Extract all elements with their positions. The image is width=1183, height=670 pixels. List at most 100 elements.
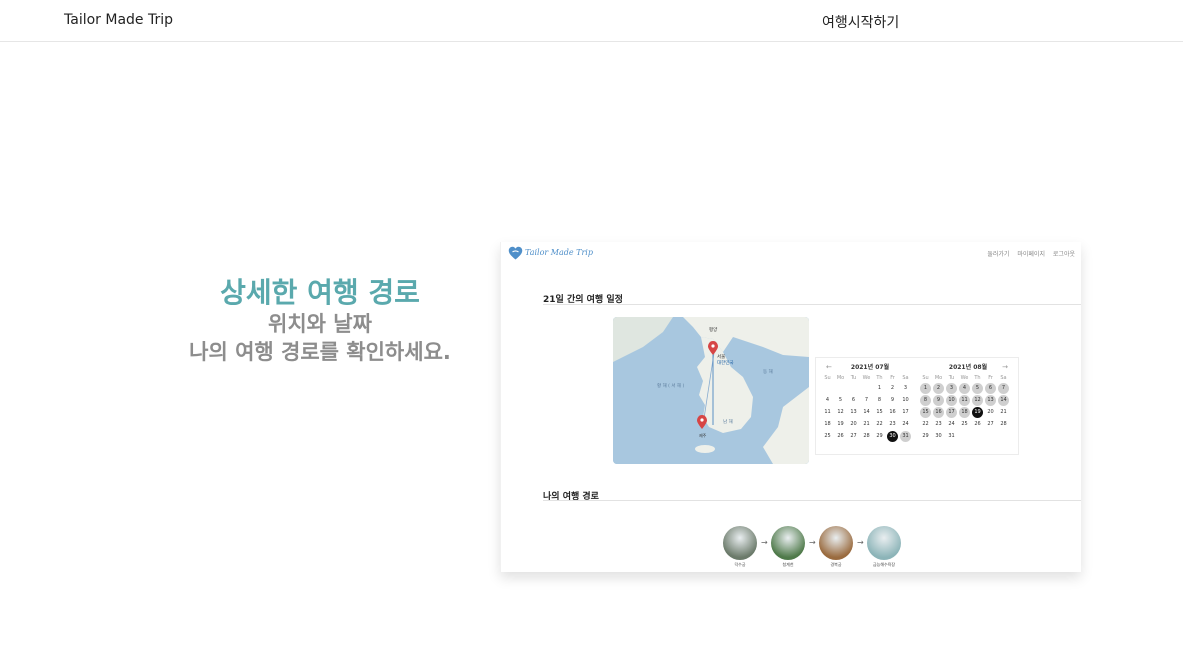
- route-stop-2[interactable]: 청계천: [771, 526, 805, 568]
- feature-subline-1: 위치와 날짜: [268, 312, 372, 336]
- date-range-calendar[interactable]: ← → 2021년 07월 Su Mo Tu We Th Fr Sa 1 2 3 4 5 6 7 8 9 10 1…: [815, 357, 1019, 455]
- calendar-day[interactable]: 3: [900, 383, 911, 394]
- preview-nav: 둘러가기 마이페이지 로그아웃: [981, 249, 1075, 258]
- map-label-korea: 대한민국: [717, 359, 734, 366]
- calendar-day[interactable]: 18: [822, 419, 833, 430]
- stop-label: 금능해수욕장: [872, 562, 896, 567]
- calendar-day[interactable]: 18: [959, 407, 970, 418]
- calendar-day[interactable]: 8: [920, 395, 931, 406]
- map-label-south-sea: 남 해: [723, 418, 733, 425]
- calendar-day[interactable]: 23: [887, 419, 898, 430]
- calendar-day[interactable]: 31: [946, 431, 957, 442]
- feature-subline-2: 나의 여행 경로를 확인하세요.: [189, 340, 451, 364]
- calendar-day[interactable]: 1: [874, 383, 885, 394]
- start-trip-link[interactable]: 여행시작하기: [822, 12, 899, 32]
- calendar-day[interactable]: 16: [933, 407, 944, 418]
- calendar-day[interactable]: 5: [972, 383, 983, 394]
- calendar-month-title: 2021년 07월: [850, 364, 890, 371]
- calendar-day[interactable]: 31: [900, 431, 911, 442]
- calendar-day[interactable]: 4: [822, 395, 833, 406]
- route-arrow-icon: →: [857, 538, 864, 547]
- stop-photo: [867, 526, 901, 560]
- korea-map: 평양 서울 대한민국 황 해 ( 서 해 ) 동 해 남 해 제주: [613, 317, 809, 464]
- weekday-label: Tu: [948, 375, 955, 381]
- calendar-day[interactable]: 14: [998, 395, 1009, 406]
- calendar-day[interactable]: 2: [887, 383, 898, 394]
- calendar-grid: Su Mo Tu We Th Fr Sa 1 2 3 4 5 6 7 8 9 10 11 12 13 14 15 16 17 1…: [920, 374, 1016, 442]
- calendar-day[interactable]: 13: [848, 407, 859, 418]
- calendar-day[interactable]: 7: [861, 395, 872, 406]
- calendar-day[interactable]: 14: [861, 407, 872, 418]
- calendar-day[interactable]: 26: [972, 419, 983, 430]
- calendar-day[interactable]: 9: [887, 395, 898, 406]
- calendar-day[interactable]: 20: [985, 407, 996, 418]
- preview-nav-mypage[interactable]: 마이페이지: [1017, 251, 1045, 258]
- calendar-day[interactable]: 6: [848, 395, 859, 406]
- calendar-day[interactable]: 22: [920, 419, 931, 430]
- calendar-day[interactable]: 13: [985, 395, 996, 406]
- preview-logo-text: Tailor Made Trip: [525, 248, 593, 257]
- calendar-day[interactable]: 15: [874, 407, 885, 418]
- calendar-day[interactable]: 21: [998, 407, 1009, 418]
- calendar-day[interactable]: 17: [946, 407, 957, 418]
- calendar-month-august: 2021년 08월 Su Mo Tu We Th Fr Sa 1 2 3 4 5 6 7 8 9 10 11 12 1…: [920, 362, 1016, 442]
- weekday-label: Mo: [934, 375, 943, 381]
- calendar-day[interactable]: 3: [946, 383, 957, 394]
- calendar-month-july: 2021년 07월 Su Mo Tu We Th Fr Sa 1 2 3 4 5 6 7 8 9 10 11 12 1…: [822, 362, 918, 442]
- calendar-day[interactable]: 7: [998, 383, 1009, 394]
- calendar-day[interactable]: 22: [874, 419, 885, 430]
- route-stop-1[interactable]: 덕수궁: [723, 526, 757, 568]
- stop-label: 청계천: [782, 562, 794, 567]
- calendar-day[interactable]: 1: [920, 383, 931, 394]
- route-divider: [543, 500, 1081, 501]
- calendar-day[interactable]: 23: [933, 419, 944, 430]
- calendar-day[interactable]: 16: [887, 407, 898, 418]
- route-stop-3[interactable]: 경복궁: [819, 526, 853, 568]
- calendar-day[interactable]: 17: [900, 407, 911, 418]
- route-arrow-icon: →: [761, 538, 768, 547]
- calendar-day[interactable]: 11: [822, 407, 833, 418]
- weekday-label: Mo: [836, 375, 845, 381]
- calendar-day[interactable]: 29: [920, 431, 931, 442]
- route-stops: 덕수궁 → 청계천 → 경복궁 → 금능해수욕장: [723, 526, 923, 568]
- calendar-blank: [861, 383, 872, 394]
- preview-nav-browse[interactable]: 둘러가기: [987, 251, 1009, 258]
- calendar-day[interactable]: 25: [822, 431, 833, 442]
- calendar-day[interactable]: 24: [900, 419, 911, 430]
- weekday-label: Fr: [890, 375, 895, 381]
- calendar-day[interactable]: 8: [874, 395, 885, 406]
- stop-label: 덕수궁: [734, 562, 746, 567]
- map-label-yellow-sea: 황 해 ( 서 해 ): [657, 382, 684, 389]
- calendar-day[interactable]: 30: [887, 431, 898, 442]
- calendar-day[interactable]: 21: [861, 419, 872, 430]
- calendar-day[interactable]: 29: [874, 431, 885, 442]
- calendar-day[interactable]: 11: [959, 395, 970, 406]
- calendar-day[interactable]: 12: [972, 395, 983, 406]
- calendar-day[interactable]: 2: [933, 383, 944, 394]
- calendar-day[interactable]: 10: [900, 395, 911, 406]
- calendar-day[interactable]: 5: [835, 395, 846, 406]
- calendar-day[interactable]: 28: [861, 431, 872, 442]
- route-stop-4[interactable]: 금능해수욕장: [867, 526, 901, 568]
- calendar-day[interactable]: 20: [848, 419, 859, 430]
- calendar-day[interactable]: 27: [985, 419, 996, 430]
- calendar-day[interactable]: 24: [946, 419, 957, 430]
- calendar-day[interactable]: 27: [848, 431, 859, 442]
- weekday-label: Fr: [988, 375, 993, 381]
- calendar-day[interactable]: 10: [946, 395, 957, 406]
- preview-nav-logout[interactable]: 로그아웃: [1053, 251, 1075, 258]
- calendar-day[interactable]: 26: [835, 431, 846, 442]
- brand-link[interactable]: Tailor Made Trip: [64, 12, 173, 28]
- calendar-day[interactable]: 9: [933, 395, 944, 406]
- calendar-day[interactable]: 12: [835, 407, 846, 418]
- stop-photo: [723, 526, 757, 560]
- calendar-day[interactable]: 19: [835, 419, 846, 430]
- route-map[interactable]: 평양 서울 대한민국 황 해 ( 서 해 ) 동 해 남 해 제주: [613, 317, 809, 464]
- calendar-day[interactable]: 25: [959, 419, 970, 430]
- calendar-day[interactable]: 6: [985, 383, 996, 394]
- calendar-day[interactable]: 15: [920, 407, 931, 418]
- calendar-day[interactable]: 19: [972, 407, 983, 418]
- calendar-day[interactable]: 30: [933, 431, 944, 442]
- calendar-day[interactable]: 4: [959, 383, 970, 394]
- calendar-day[interactable]: 28: [998, 419, 1009, 430]
